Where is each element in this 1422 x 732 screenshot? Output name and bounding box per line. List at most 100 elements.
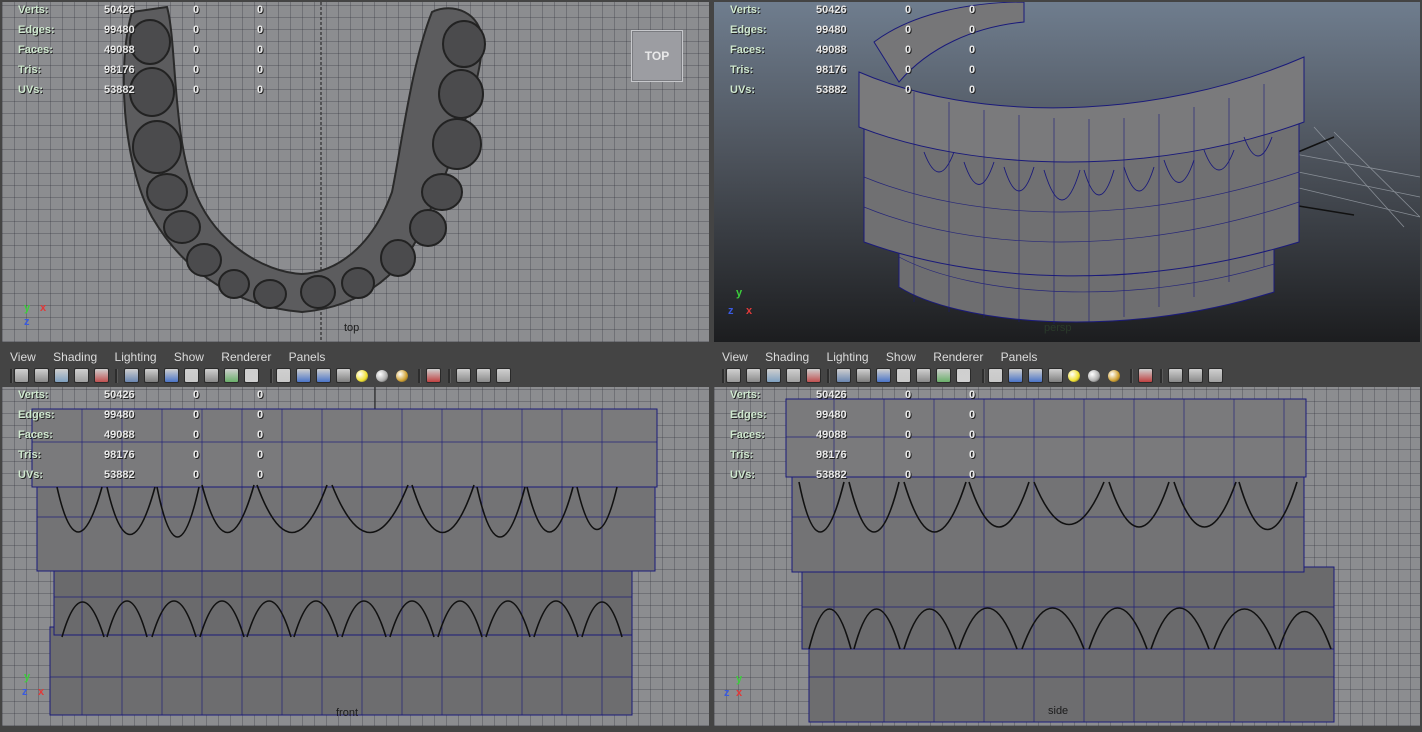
axis-x-label: x <box>40 302 47 314</box>
hud-row-faces: Faces: 49088 0 0 <box>18 429 264 441</box>
poly-count-hud: Verts: 50426 0 0 Edges: 99480 0 0 Faces: 49088 0… <box>730 2 990 102</box>
axis-y-label: y <box>736 673 743 685</box>
gate-mask-icon[interactable] <box>896 368 911 383</box>
default-light-icon[interactable] <box>1068 370 1080 382</box>
safe-title-icon[interactable] <box>956 368 971 383</box>
xray-joints-icon[interactable] <box>1188 368 1203 383</box>
menu-renderer[interactable]: Renderer <box>933 347 983 367</box>
xray-icon[interactable] <box>1168 368 1183 383</box>
grid-icon[interactable] <box>836 368 851 383</box>
isolate-select-icon[interactable] <box>1138 368 1153 383</box>
toolbar-separator <box>10 369 13 383</box>
toolbar-separator <box>448 369 451 383</box>
safe-action-icon[interactable] <box>224 368 239 383</box>
hud-row-uvs: UVs: 53882 0 0 <box>18 469 264 481</box>
isolate-select-icon[interactable] <box>426 368 441 383</box>
hud-row-verts: Verts: 50426 0 0 <box>18 389 264 401</box>
safe-action-icon[interactable] <box>936 368 951 383</box>
shadows-icon[interactable] <box>1108 370 1120 382</box>
axis-x-label: x <box>38 686 45 698</box>
menu-view[interactable]: View <box>722 347 748 367</box>
hud-row-uvs: UVs: 53882 0 0 <box>730 469 976 481</box>
menu-renderer[interactable]: Renderer <box>221 347 271 367</box>
all-lights-icon[interactable] <box>376 370 388 382</box>
panel-toolbar-front <box>0 366 709 386</box>
field-chart-icon[interactable] <box>204 368 219 383</box>
film-gate-icon[interactable] <box>144 368 159 383</box>
hud-row-tris: Tris: 98176 0 0 <box>730 64 976 76</box>
all-lights-icon[interactable] <box>1088 370 1100 382</box>
hud-row-uvs: UVs: 53882 0 0 <box>730 84 976 96</box>
toolbar-separator <box>115 369 118 383</box>
menu-view[interactable]: View <box>10 347 36 367</box>
smooth-shade-icon[interactable] <box>296 368 311 383</box>
hud-row-tris: Tris: 98176 0 0 <box>730 449 976 461</box>
smooth-shade-icon[interactable] <box>1008 368 1023 383</box>
gate-mask-icon[interactable] <box>184 368 199 383</box>
menu-shading[interactable]: Shading <box>53 347 97 367</box>
poly-count-hud: Verts: 50426 0 0 Edges: 99480 0 0 Faces: 49088 0… <box>730 387 990 487</box>
camera-attributes-icon[interactable] <box>14 368 29 383</box>
hud-row-faces: Faces: 49088 0 0 <box>730 429 976 441</box>
menu-panels[interactable]: Panels <box>289 347 326 367</box>
image-plane-icon[interactable] <box>54 368 69 383</box>
camera-label-side: side <box>1048 705 1069 717</box>
toolbar-separator <box>1160 369 1163 383</box>
xray-components-icon[interactable] <box>1208 368 1223 383</box>
xray-joints-icon[interactable] <box>476 368 491 383</box>
wireframe-icon[interactable] <box>276 368 291 383</box>
hud-row-faces: Faces: 49088 0 0 <box>18 44 264 56</box>
hud-row-edges: Edges: 99480 0 0 <box>18 24 264 36</box>
axis-y-label: y <box>24 671 31 683</box>
hud-row-uvs: UVs: 53882 0 0 <box>18 84 264 96</box>
viewport-side[interactable]: Verts: 50426 0 0 Edges: 99480 0 0 Faces: 49088 0… <box>714 387 1420 726</box>
camera-bookmark-icon[interactable] <box>746 368 761 383</box>
hud-row-verts: Verts: 50426 0 0 <box>730 4 976 16</box>
axis-z-label: z <box>728 305 734 317</box>
poly-count-hud: Verts: 50426 0 0 Edges: 99480 0 0 Faces: 49088 0… <box>18 387 278 487</box>
safe-title-icon[interactable] <box>244 368 259 383</box>
hud-row-verts: Verts: 50426 0 0 <box>18 4 264 16</box>
image-plane-icon[interactable] <box>766 368 781 383</box>
camera-label-persp: persp <box>1044 322 1072 334</box>
resolution-gate-icon[interactable] <box>876 368 891 383</box>
xray-icon[interactable] <box>456 368 471 383</box>
textured-icon[interactable] <box>1048 368 1063 383</box>
menu-lighting[interactable]: Lighting <box>827 347 869 367</box>
menu-lighting[interactable]: Lighting <box>115 347 157 367</box>
menu-panels[interactable]: Panels <box>1001 347 1038 367</box>
viewport-persp[interactable]: Verts: 50426 0 0 Edges: 99480 0 0 Faces: 49088 0… <box>714 2 1420 342</box>
menu-shading[interactable]: Shading <box>765 347 809 367</box>
toolbar-separator <box>270 369 273 383</box>
viewport-top[interactable]: TOP Verts: 50426 0 0 Edges: 99480 0 0 Faces: 49… <box>2 2 709 342</box>
textured-icon[interactable] <box>336 368 351 383</box>
film-gate-icon[interactable] <box>856 368 871 383</box>
two-d-pan-icon[interactable] <box>786 368 801 383</box>
camera-bookmark-icon[interactable] <box>34 368 49 383</box>
toolbar-separator <box>418 369 421 383</box>
camera-attributes-icon[interactable] <box>726 368 741 383</box>
two-d-pan-icon[interactable] <box>74 368 89 383</box>
wireframe-on-shaded-icon[interactable] <box>1028 368 1043 383</box>
axis-z-label: z <box>24 316 30 328</box>
menu-show[interactable]: Show <box>886 347 916 367</box>
shadows-icon[interactable] <box>396 370 408 382</box>
axis-y-label: y <box>736 287 743 299</box>
wireframe-icon[interactable] <box>988 368 1003 383</box>
grid-icon[interactable] <box>124 368 139 383</box>
resolution-gate-icon[interactable] <box>164 368 179 383</box>
grease-pencil-icon[interactable] <box>94 368 109 383</box>
default-light-icon[interactable] <box>356 370 368 382</box>
field-chart-icon[interactable] <box>916 368 931 383</box>
panel-toolbar-side <box>712 366 1420 386</box>
xray-components-icon[interactable] <box>496 368 511 383</box>
axis-z-label: z <box>22 686 28 698</box>
viewport-front[interactable]: Verts: 50426 0 0 Edges: 99480 0 0 Faces: 49088 0… <box>2 387 709 726</box>
menu-show[interactable]: Show <box>174 347 204 367</box>
view-cube[interactable]: TOP <box>631 30 683 82</box>
panel-menu-bar-front: View Shading Lighting Show Renderer Pane… <box>10 347 700 367</box>
toolbar-separator <box>1130 369 1133 383</box>
axis-x-label: x <box>746 305 753 317</box>
grease-pencil-icon[interactable] <box>806 368 821 383</box>
wireframe-on-shaded-icon[interactable] <box>316 368 331 383</box>
